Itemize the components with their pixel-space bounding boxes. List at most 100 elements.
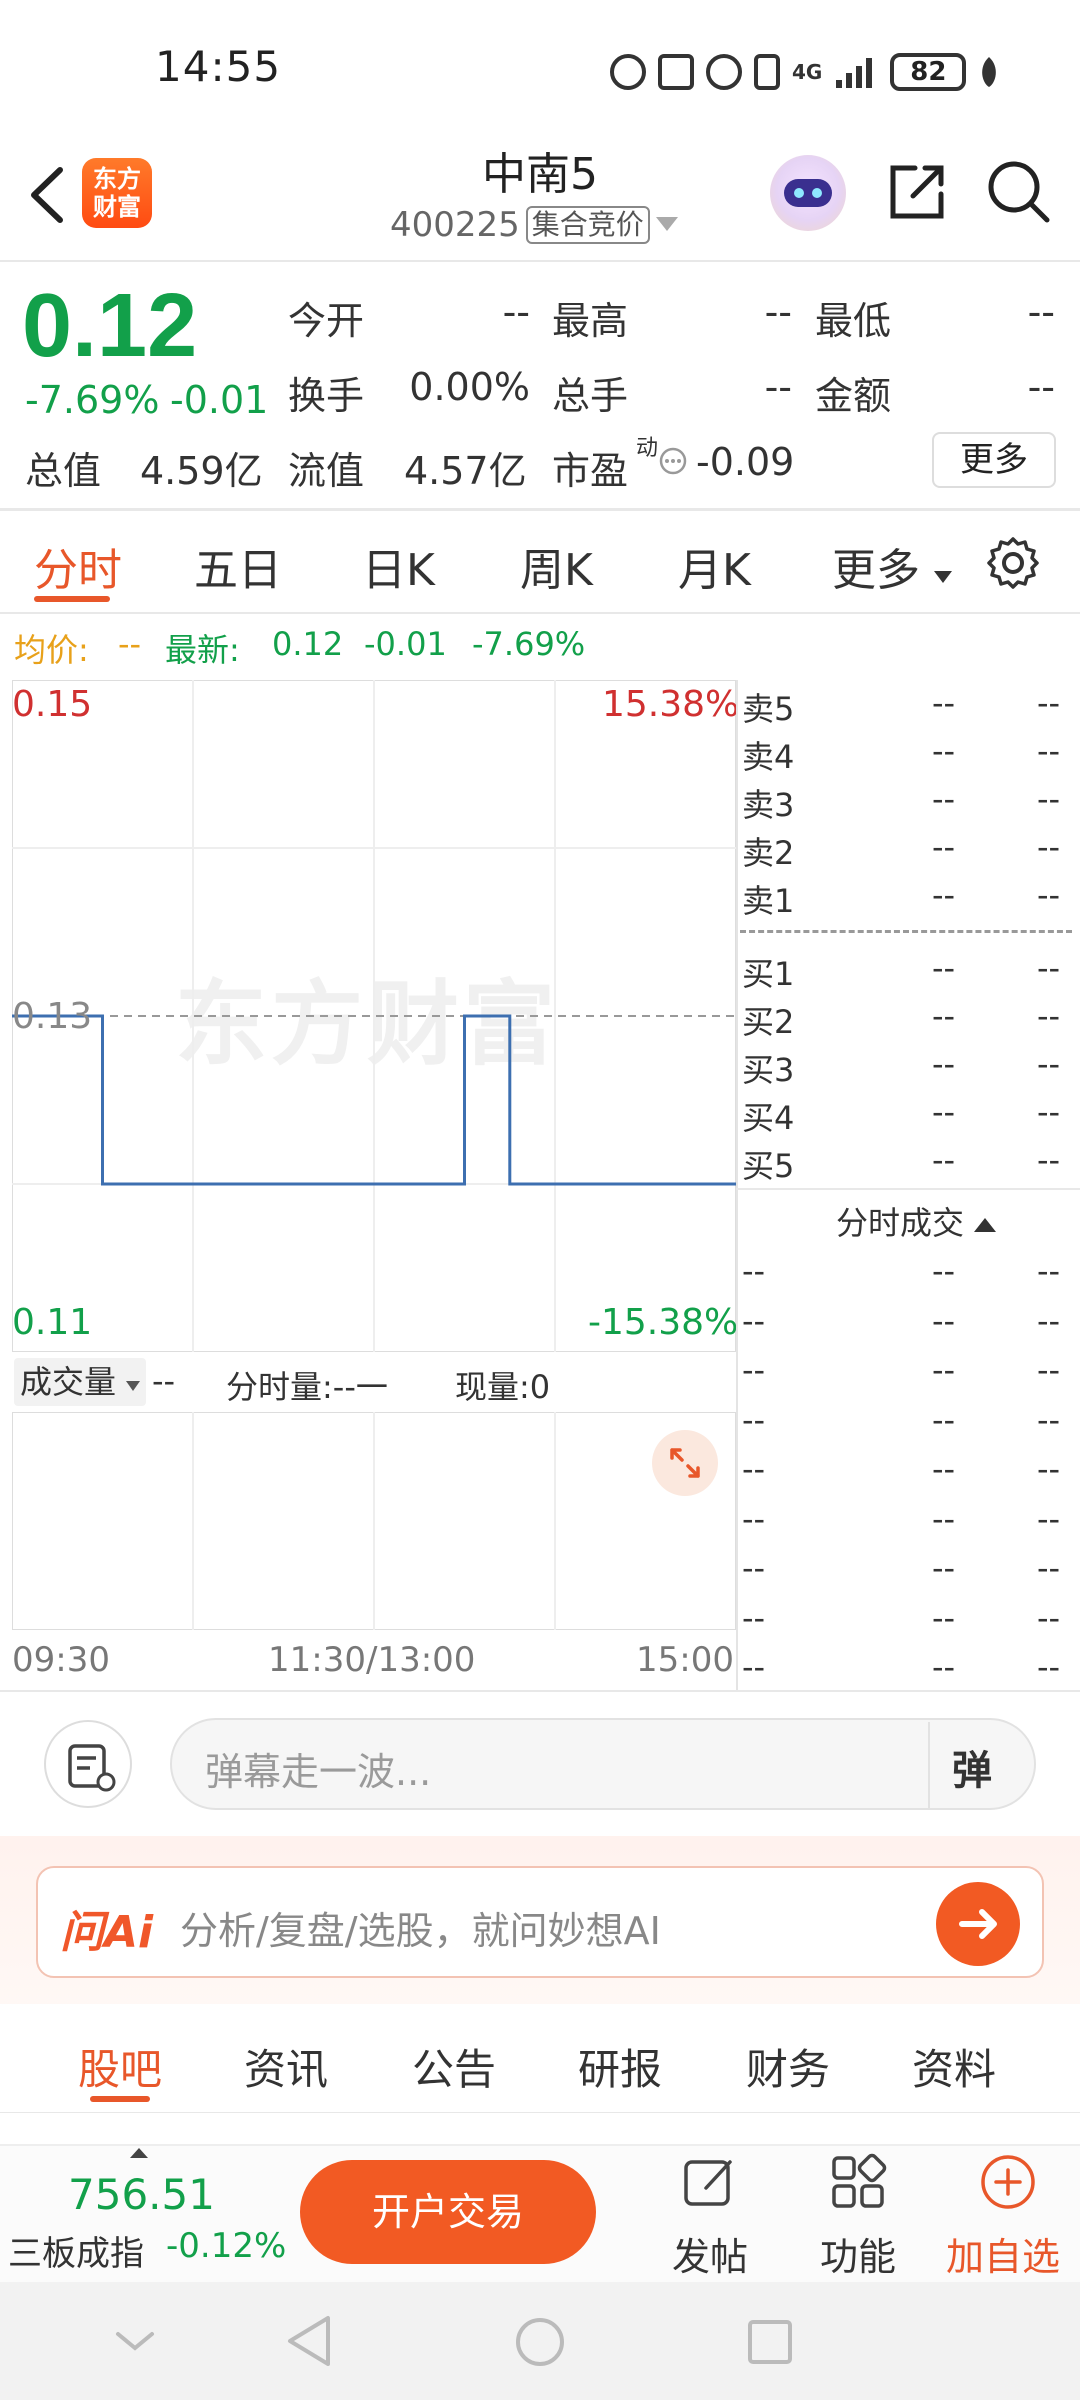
sell-label: 卖4 — [742, 738, 795, 776]
high-label: 最高 — [552, 299, 629, 343]
tab-day-k[interactable]: 日K — [362, 534, 435, 598]
trade-volume: -- — [1037, 1648, 1061, 1686]
chart-bottom-divider — [0, 1690, 1080, 1692]
stock-code: 400225 — [390, 205, 520, 245]
share-icon[interactable] — [885, 160, 949, 224]
danmaku-toggle-button[interactable]: 弹 — [952, 1738, 992, 1796]
volume-value: -- — [152, 1362, 176, 1400]
tab-announcements[interactable]: 公告 — [412, 2036, 496, 2097]
buy-label: 买5 — [742, 1147, 795, 1185]
avg-price-value: -- — [118, 625, 142, 663]
trade-row: -- -- -- — [742, 1252, 1080, 1300]
more-quote-button[interactable]: 更多 — [932, 432, 1056, 488]
tab-finance[interactable]: 财务 — [746, 2036, 830, 2097]
sell-row[interactable]: 卖3 -- -- — [742, 776, 1080, 824]
app-logo[interactable]: 东方 财富 — [82, 158, 152, 228]
nav-down-icon[interactable] — [110, 2326, 160, 2356]
index-change: -0.12% — [166, 2226, 287, 2266]
quote-divider — [0, 508, 1080, 511]
buy-volume: -- — [1037, 1045, 1061, 1083]
tab-news[interactable]: 资讯 — [244, 2036, 328, 2097]
tab-research[interactable]: 研报 — [578, 2036, 662, 2097]
add-watchlist-label[interactable]: 加自选 — [946, 2226, 1060, 2281]
buy-row[interactable]: 买4 -- -- — [742, 1089, 1080, 1137]
sell-label: 卖1 — [742, 882, 795, 920]
ai-robot-icon[interactable] — [770, 155, 846, 231]
sell-row[interactable]: 卖4 -- -- — [742, 728, 1080, 776]
tab-five-day[interactable]: 五日 — [194, 534, 282, 598]
buy-label: 买1 — [742, 955, 795, 993]
open-label: 今开 — [288, 299, 365, 343]
tab-more-label: 更多 — [832, 545, 920, 596]
trade-row: -- -- -- — [742, 1500, 1080, 1548]
tab-profile[interactable]: 资料 — [912, 2036, 996, 2097]
buy-row[interactable]: 买2 -- -- — [742, 993, 1080, 1041]
trade-volume: -- — [1037, 1351, 1061, 1389]
edit-post-icon[interactable] — [680, 2152, 740, 2212]
post-label[interactable]: 发帖 — [672, 2226, 748, 2281]
pct-min-label: -15.38% — [588, 1302, 739, 1343]
tab-week-k[interactable]: 周K — [520, 534, 593, 598]
open-value: -- — [502, 290, 530, 334]
trades-header[interactable]: 分时成交 — [836, 1198, 997, 1244]
pe-value: -0.09 — [696, 440, 795, 484]
info-icon[interactable] — [658, 446, 688, 476]
sell-volume: -- — [1037, 684, 1061, 722]
back-icon[interactable] — [22, 160, 72, 230]
index-value[interactable]: 756.51 — [68, 2170, 215, 2219]
header-divider — [0, 260, 1080, 262]
stock-code-row[interactable]: 400225 集合竞价 — [390, 205, 678, 245]
buy-row[interactable]: 买3 -- -- — [742, 1041, 1080, 1089]
volume-indicator-select[interactable]: 成交量 — [14, 1358, 146, 1406]
trade-price: -- — [932, 1598, 956, 1637]
ai-logo: 问Ai — [60, 1907, 154, 1958]
nav-back-icon[interactable] — [282, 2312, 336, 2370]
sell-volume: -- — [1037, 828, 1061, 866]
nfc-icon — [610, 54, 646, 90]
index-name[interactable]: 三板成指 — [8, 2226, 144, 2275]
pct-max-label: 15.38% — [602, 684, 740, 725]
search-icon[interactable] — [985, 158, 1051, 224]
ai-send-button[interactable] — [936, 1882, 1020, 1966]
tab-guba[interactable]: 股吧 — [78, 2036, 162, 2097]
sell-label: 卖2 — [742, 834, 795, 872]
sell-row[interactable]: 卖5 -- -- — [742, 680, 1080, 728]
add-circle-icon[interactable] — [978, 2152, 1038, 2212]
sell-row[interactable]: 卖2 -- -- — [742, 824, 1080, 872]
expand-chart-button[interactable] — [652, 1430, 718, 1496]
tab-month-k[interactable]: 月K — [678, 534, 751, 598]
amount-value: -- — [1027, 365, 1055, 409]
trade-time: -- — [742, 1252, 766, 1290]
fenshi-volume-label: 分时量:--一 — [226, 1368, 388, 1406]
sell-volume: -- — [1037, 732, 1061, 770]
sell-row[interactable]: 卖1 -- -- — [742, 872, 1080, 920]
open-account-trade-button[interactable]: 开户交易 — [300, 2160, 596, 2264]
leaf-icon — [982, 57, 997, 87]
trade-volume: -- — [1037, 1301, 1061, 1340]
x-tick-label-close: 15:00 — [636, 1640, 734, 1680]
trade-price: -- — [932, 1400, 956, 1439]
buy-row[interactable]: 买1 -- -- — [742, 945, 1080, 993]
robot-eyes-icon — [794, 188, 822, 198]
nav-recents-icon[interactable] — [744, 2316, 796, 2368]
danmaku-settings-button[interactable] — [44, 1720, 132, 1808]
trade-price: -- — [932, 1499, 956, 1538]
orderbook-divider — [736, 680, 738, 1690]
tab-fenshi[interactable]: 分时 — [34, 534, 122, 598]
danmaku-toggle-label: 弹 — [952, 1748, 992, 1794]
price-chart[interactable] — [12, 680, 736, 1352]
pe-superscript: 动 — [636, 436, 659, 461]
function-grid-icon[interactable] — [828, 2152, 888, 2212]
function-label[interactable]: 功能 — [820, 2226, 896, 2281]
sell-price: -- — [932, 828, 956, 866]
sell-price: -- — [932, 732, 956, 770]
orderbook-separator — [740, 930, 1072, 933]
trade-time: -- — [742, 1598, 766, 1637]
gear-icon[interactable] — [985, 535, 1041, 591]
buy-row[interactable]: 买5 -- -- — [742, 1137, 1080, 1185]
tab-more[interactable]: 更多 — [832, 534, 952, 598]
volume-chart[interactable] — [12, 1412, 736, 1630]
pe-label: 市盈 — [552, 449, 629, 493]
nav-home-icon[interactable] — [512, 2314, 568, 2370]
robot-face — [784, 179, 832, 207]
